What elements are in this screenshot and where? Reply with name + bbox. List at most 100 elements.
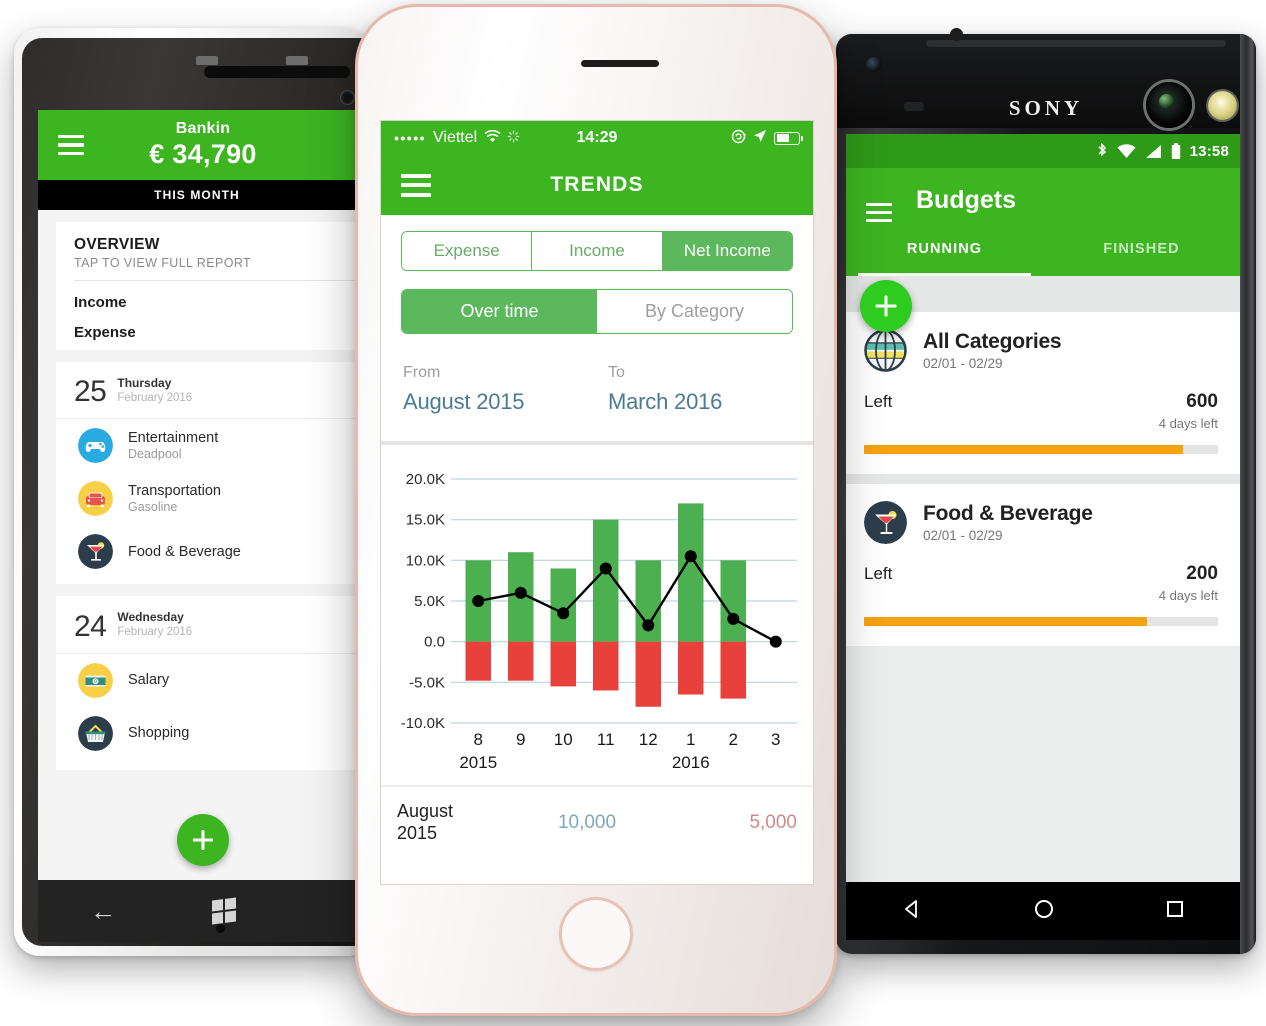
svg-text:15.0K: 15.0K bbox=[406, 512, 445, 529]
back-arrow-icon[interactable]: ← bbox=[90, 898, 116, 924]
android-app-bar: Budgets RUNNING FINISHED bbox=[846, 168, 1240, 276]
overview-card[interactable]: OVERVIEW TAP TO VIEW FULL REPORT Income … bbox=[56, 222, 360, 350]
sony-android-screen: 13:58 Budgets RUNNING FINISHED All Categ… bbox=[846, 134, 1240, 882]
cocktail-icon bbox=[78, 534, 113, 570]
banknote-icon: 0 bbox=[78, 662, 113, 698]
wifi-icon bbox=[1117, 143, 1136, 159]
to-label: To bbox=[608, 364, 625, 381]
account-balance: € 34,790 bbox=[149, 139, 257, 169]
summary-expense: 5,000 bbox=[749, 811, 797, 833]
sony-android-device: SONY 13:58 Budgets RUNNING FINISHED All … bbox=[836, 34, 1256, 954]
budget-progress-fill bbox=[864, 616, 1148, 626]
svg-text:-5.0K: -5.0K bbox=[409, 674, 445, 691]
overview-row-expense: Expense bbox=[74, 324, 136, 341]
hamburger-icon[interactable] bbox=[866, 198, 892, 227]
overview-title: OVERVIEW bbox=[74, 236, 160, 253]
page-title: Budgets bbox=[916, 186, 1016, 214]
home-circle-icon[interactable] bbox=[1033, 898, 1055, 925]
battery-icon bbox=[1171, 143, 1181, 159]
earpiece-speaker bbox=[581, 60, 659, 67]
svg-text:9: 9 bbox=[516, 730, 525, 749]
list-item[interactable]: Entertainment Deadpool bbox=[56, 419, 360, 472]
svg-text:5.0K: 5.0K bbox=[414, 593, 445, 610]
windows-navigation-bar: ← bbox=[38, 880, 366, 942]
budget-days-left: 4 days left bbox=[1158, 587, 1218, 603]
segment-income[interactable]: Income bbox=[532, 232, 663, 270]
status-clock: 14:29 bbox=[576, 129, 618, 146]
summary-income: 10,000 bbox=[557, 811, 617, 833]
svg-text:2016: 2016 bbox=[672, 753, 710, 772]
earpiece-speaker bbox=[204, 66, 350, 78]
svg-text:2: 2 bbox=[729, 730, 738, 749]
add-transaction-fab[interactable] bbox=[177, 814, 229, 866]
marketing-mockup-stage: Bankin € 34,790 THIS MONTH OVERVIEW TAP … bbox=[0, 0, 1266, 1026]
ios-nav-bar: TRENDS bbox=[381, 155, 813, 215]
iphone-screen: ••••• Viettel 14:29 TRENDS Expense Incom… bbox=[380, 120, 814, 885]
cocktail-icon bbox=[864, 500, 907, 544]
front-camera-icon bbox=[866, 57, 881, 72]
budget-name: All Categories bbox=[923, 330, 1062, 353]
date-from[interactable]: From August 2015 bbox=[399, 364, 590, 415]
period-selector[interactable]: THIS MONTH bbox=[38, 180, 366, 210]
list-item[interactable]: Food & Beverage bbox=[56, 525, 360, 578]
budget-name: Food & Beverage bbox=[923, 501, 1093, 525]
trends-chart-container: 20.0K 15.0K 10.0K 5.0K 0.0 -5.0K -10.0K 8 9 10 11 1… bbox=[381, 441, 813, 785]
summary-period-month: August bbox=[397, 801, 454, 821]
from-label: From bbox=[403, 364, 441, 381]
add-budget-fab[interactable] bbox=[860, 280, 912, 332]
cell-signal-icon bbox=[1145, 144, 1162, 159]
svg-text:2015: 2015 bbox=[459, 753, 497, 772]
day-number: 25 bbox=[74, 375, 107, 409]
date-to[interactable]: To March 2016 bbox=[590, 364, 795, 415]
segment-by-category[interactable]: By Category bbox=[597, 290, 792, 333]
segment-type-selector: Expense Income Net Income bbox=[401, 231, 793, 271]
day-group-24: 24 Wednesday February 2016 0 Salary Shop… bbox=[56, 596, 360, 770]
svg-text:0: 0 bbox=[94, 679, 97, 685]
to-value: March 2016 bbox=[608, 389, 723, 414]
summary-period-year: 2015 bbox=[397, 822, 438, 843]
transaction-note: Gasoline bbox=[128, 500, 178, 515]
back-triangle-icon[interactable] bbox=[901, 898, 923, 925]
status-clock: 13:58 bbox=[1189, 142, 1229, 160]
home-button[interactable] bbox=[559, 897, 633, 971]
transaction-category: Entertainment bbox=[128, 430, 219, 446]
month-year-label: February 2016 bbox=[117, 392, 193, 404]
app-name: Bankin bbox=[175, 120, 231, 137]
battery-icon bbox=[774, 131, 803, 145]
budget-list: All Categories 02/01 - 02/29 Left 600 4 … bbox=[846, 276, 1240, 646]
transaction-category: Food & Beverage bbox=[128, 543, 241, 560]
game-controller-icon bbox=[78, 428, 113, 464]
svg-text:3: 3 bbox=[771, 730, 780, 749]
budget-card-all-categories[interactable]: All Categories 02/01 - 02/29 Left 600 4 … bbox=[846, 312, 1240, 474]
svg-text:11: 11 bbox=[597, 730, 615, 749]
segment-expense[interactable]: Expense bbox=[402, 232, 533, 270]
recents-square-icon[interactable] bbox=[1165, 899, 1185, 924]
trends-chart[interactable]: 20.0K 15.0K 10.0K 5.0K 0.0 -5.0K -10.0K 8 9 10 11 1… bbox=[381, 445, 813, 785]
svg-text:-10.0K: -10.0K bbox=[401, 715, 445, 732]
budget-card-food-beverage[interactable]: Food & Beverage 02/01 - 02/29 Left 200 4… bbox=[846, 483, 1240, 646]
budget-date-range: 02/01 - 02/29 bbox=[923, 527, 1003, 543]
transaction-category: Transportation bbox=[128, 483, 221, 499]
front-camera-icon bbox=[341, 91, 354, 104]
list-item[interactable]: Shopping bbox=[56, 707, 360, 760]
windows-logo-icon[interactable] bbox=[212, 897, 236, 925]
list-item[interactable]: 0 Salary bbox=[56, 654, 360, 707]
budget-tabs: RUNNING FINISHED bbox=[846, 232, 1240, 276]
transaction-category: Shopping bbox=[128, 725, 190, 742]
list-item[interactable]: Transportation Gasoline bbox=[56, 472, 360, 525]
tab-finished[interactable]: FINISHED bbox=[1043, 232, 1240, 276]
hamburger-icon[interactable] bbox=[58, 130, 84, 161]
ios-status-bar: ••••• Viettel 14:29 bbox=[381, 121, 813, 155]
windows-phone-screen: Bankin € 34,790 THIS MONTH OVERVIEW TAP … bbox=[38, 110, 366, 880]
proximity-sensor-icon bbox=[950, 28, 963, 41]
month-year-label: February 2016 bbox=[117, 626, 193, 639]
transaction-note: Deadpool bbox=[128, 447, 182, 462]
svg-text:1: 1 bbox=[686, 730, 695, 749]
tab-running[interactable]: RUNNING bbox=[846, 232, 1043, 276]
segment-over-time[interactable]: Over time bbox=[402, 290, 597, 333]
android-status-bar: 13:58 bbox=[846, 134, 1240, 168]
budget-progress-track bbox=[864, 444, 1218, 454]
budget-left-label: Left bbox=[864, 563, 893, 583]
segment-net-income[interactable]: Net Income bbox=[662, 232, 792, 270]
chart-summary-row[interactable]: August 2015 10,000 5,000 bbox=[381, 785, 813, 860]
